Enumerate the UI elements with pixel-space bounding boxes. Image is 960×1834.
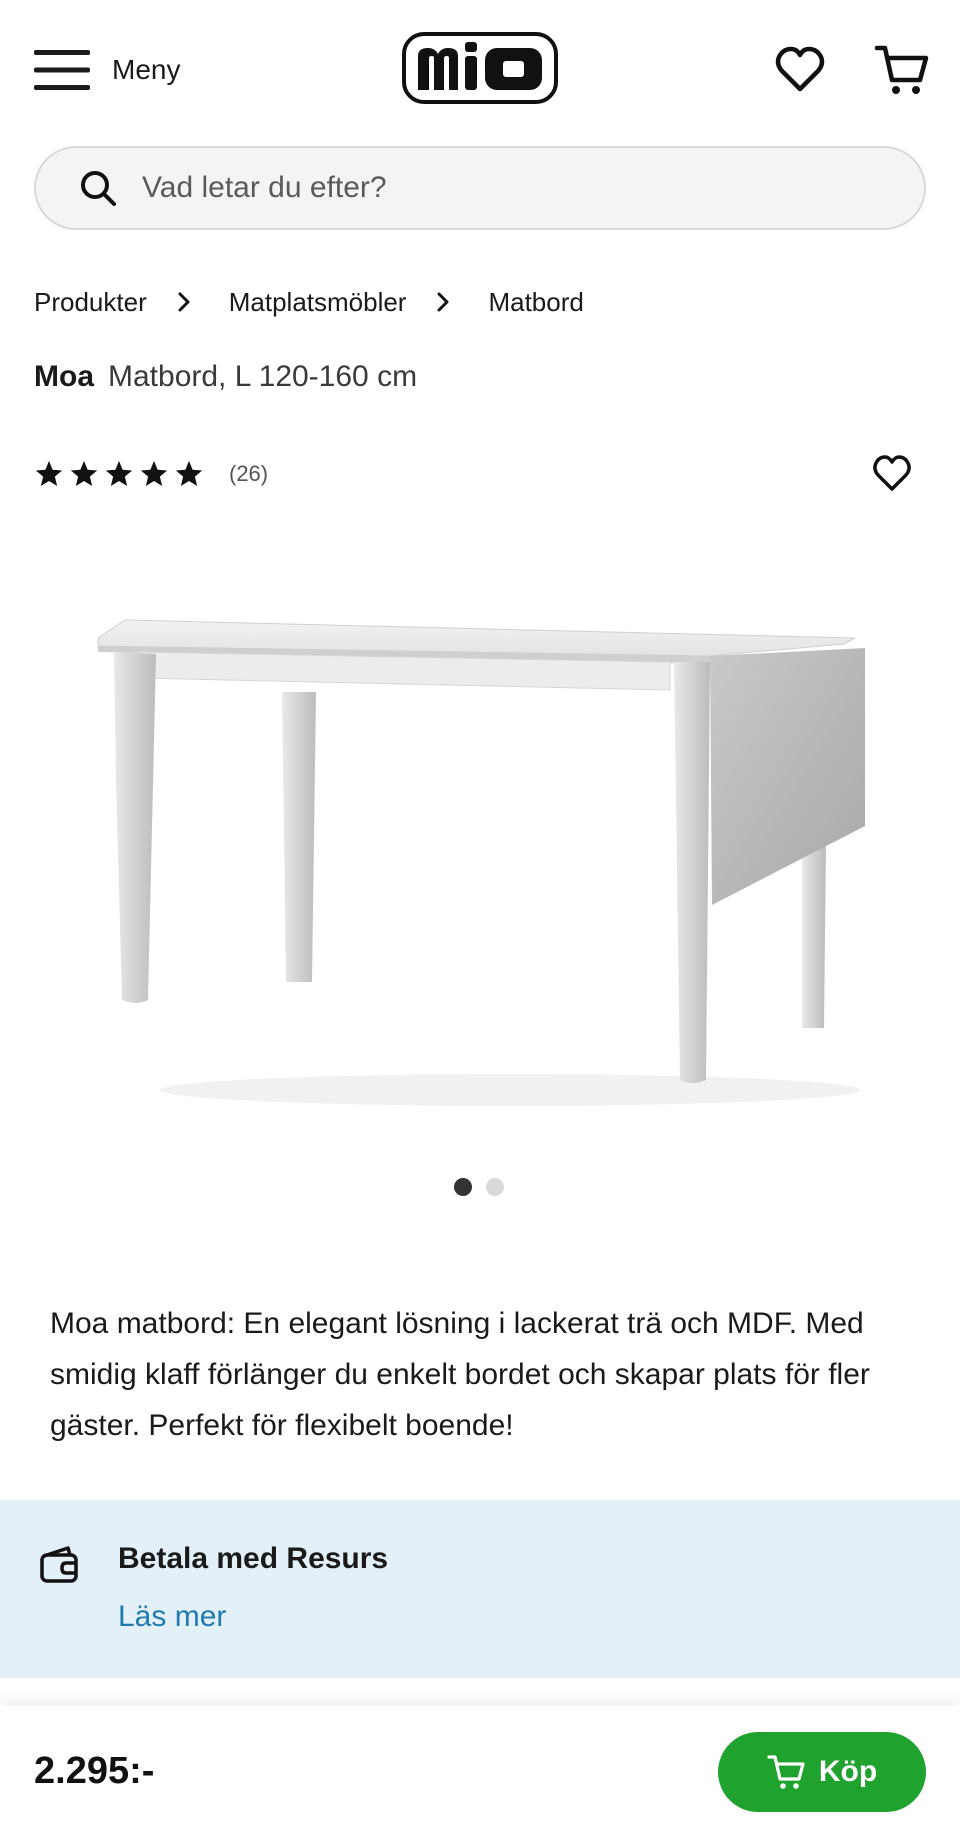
breadcrumb-item-matbord[interactable]: Matbord: [488, 287, 583, 318]
review-count: (26): [229, 461, 269, 486]
cart-icon: [767, 1755, 805, 1789]
chevron-right-icon: [437, 292, 449, 312]
payment-banner: Betala med Resurs Läs mer: [0, 1500, 960, 1678]
chevron-right-icon: [178, 292, 190, 312]
wishlist-button[interactable]: [774, 44, 826, 96]
product-name: Matbord, L 120-160 cm: [108, 360, 418, 393]
page-title: Moa Matbord, L 120-160 cm: [34, 360, 417, 394]
breadcrumb-item-matplatsmobler[interactable]: Matplatsmöbler: [229, 287, 407, 318]
buy-button-label: Köp: [818, 1755, 878, 1788]
wallet-icon: [40, 1546, 78, 1583]
star-icon: [140, 460, 168, 486]
star-icon: [175, 460, 203, 486]
search-input[interactable]: [142, 171, 902, 205]
cart-icon: [874, 45, 929, 94]
product-brand: Moa: [34, 360, 94, 393]
search-icon: [81, 171, 116, 206]
pagination-dot-1[interactable]: [454, 1178, 472, 1196]
breadcrumb: Produkter Matplatsmöbler Matbord: [34, 282, 584, 322]
breadcrumb-item-produkter[interactable]: Produkter: [34, 287, 147, 318]
bottom-bar: 2.295:- Köp: [0, 1706, 960, 1834]
buy-button[interactable]: Köp: [718, 1732, 926, 1812]
menu-label: Meny: [112, 54, 181, 85]
star-icon: [70, 460, 98, 486]
product-image[interactable]: [80, 580, 880, 1120]
pagination-dot-2[interactable]: [486, 1178, 504, 1196]
star-icon: [105, 460, 133, 486]
hamburger-icon: [34, 50, 90, 90]
image-pagination: [454, 1178, 504, 1196]
cart-button[interactable]: [874, 42, 930, 98]
mio-logo[interactable]: [402, 32, 558, 104]
product-price: 2.295:-: [34, 1750, 155, 1792]
heart-icon: [775, 46, 825, 92]
favorite-button[interactable]: [872, 454, 912, 494]
menu-button[interactable]: Meny: [34, 42, 180, 98]
rating[interactable]: (26): [34, 454, 268, 494]
header: Meny: [0, 0, 960, 140]
heart-icon: [873, 455, 911, 491]
star-icon: [35, 460, 63, 486]
product-description: Moa matbord: En elegant lösning i lacker…: [50, 1307, 870, 1442]
search-bar[interactable]: [34, 146, 926, 230]
read-more-link[interactable]: Läs mer: [118, 1600, 226, 1634]
payment-title: Betala med Resurs: [118, 1542, 389, 1575]
